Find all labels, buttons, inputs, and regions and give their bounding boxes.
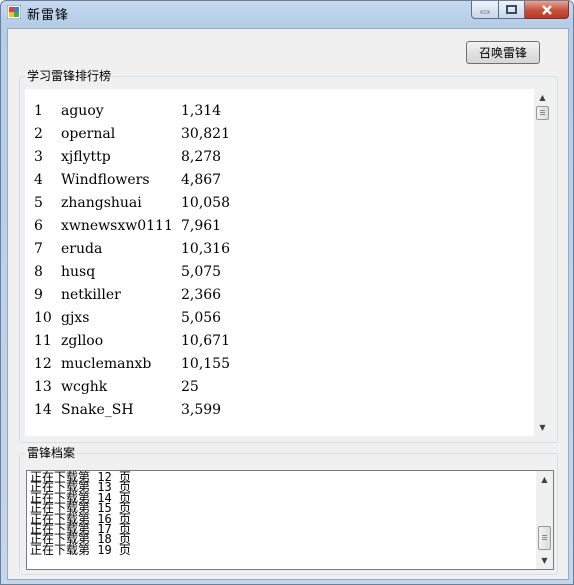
list-item[interactable]: 4 Windflowers 4,867 bbox=[25, 172, 525, 195]
archive-group: 雷锋档案 正在下载第 12 页正在下载第 13 页正在下载第 14 页正在下载第… bbox=[19, 446, 558, 575]
close-button[interactable] bbox=[525, 1, 569, 19]
rank-cell: 6 bbox=[34, 218, 43, 234]
score-cell: 10,155 bbox=[181, 356, 230, 372]
score-cell: 10,058 bbox=[181, 195, 230, 211]
summon-button[interactable]: 召唤雷锋 bbox=[466, 41, 540, 64]
score-cell: 30,821 bbox=[181, 126, 230, 142]
ranking-group-label: 学习雷锋排行榜 bbox=[25, 69, 114, 83]
rank-cell: 8 bbox=[34, 264, 43, 280]
rank-cell: 5 bbox=[34, 195, 43, 211]
client-area: 召唤雷锋 学习雷锋排行榜 1 aguoy 1,314 2 opernal 30,821 3 x… bbox=[7, 28, 569, 580]
log-line: 正在下载第 19 页 bbox=[30, 542, 131, 557]
archive-log[interactable]: 正在下载第 12 页正在下载第 13 页正在下载第 14 页正在下载第 15 页… bbox=[26, 470, 554, 570]
log-scroll-up-arrow-icon[interactable]: ▲ bbox=[536, 471, 553, 488]
list-item[interactable]: 8 husq 5,075 bbox=[25, 264, 525, 287]
name-cell: gjxs bbox=[61, 310, 90, 326]
log-scroll-down-arrow-icon[interactable]: ▼ bbox=[536, 552, 553, 569]
score-cell: 10,671 bbox=[181, 333, 230, 349]
rank-cell: 1 bbox=[34, 103, 43, 119]
rank-cell: 14 bbox=[34, 402, 52, 418]
score-cell: 25 bbox=[181, 379, 199, 395]
name-cell: opernal bbox=[61, 126, 116, 142]
name-cell: husq bbox=[61, 264, 96, 280]
list-item[interactable]: 14 Snake_SH 3,599 bbox=[25, 402, 525, 425]
minimize-button[interactable] bbox=[471, 1, 499, 19]
score-cell: 4,867 bbox=[181, 172, 222, 188]
list-item[interactable]: 9 netkiller 2,366 bbox=[25, 287, 525, 310]
maximize-icon bbox=[506, 4, 517, 14]
ranking-list[interactable]: 1 aguoy 1,314 2 opernal 30,821 3 xjflyttp 8,278 4… bbox=[25, 89, 551, 436]
name-cell: wcghk bbox=[61, 379, 108, 395]
list-item[interactable]: 7 eruda 10,316 bbox=[25, 241, 525, 264]
scroll-down-arrow-icon[interactable]: ▼ bbox=[534, 419, 551, 436]
rank-cell: 10 bbox=[34, 310, 52, 326]
scroll-up-arrow-icon[interactable]: ▲ bbox=[534, 89, 551, 106]
name-cell: Snake_SH bbox=[61, 402, 134, 418]
ranking-scroll-thumb[interactable] bbox=[536, 106, 549, 120]
score-cell: 2,366 bbox=[181, 287, 222, 303]
name-cell: eruda bbox=[61, 241, 103, 257]
archive-scroll-thumb[interactable] bbox=[538, 526, 551, 550]
score-cell: 10,316 bbox=[181, 241, 230, 257]
maximize-button[interactable] bbox=[499, 1, 525, 19]
rank-cell: 11 bbox=[34, 333, 52, 349]
list-item[interactable]: 2 opernal 30,821 bbox=[25, 126, 525, 149]
score-cell: 3,599 bbox=[181, 402, 222, 418]
rank-cell: 12 bbox=[34, 356, 52, 372]
list-item[interactable]: 3 xjflyttp 8,278 bbox=[25, 149, 525, 172]
list-item[interactable]: 12 muclemanxb 10,155 bbox=[25, 356, 525, 379]
name-cell: zhangshuai bbox=[61, 195, 142, 211]
title-bar[interactable]: 新雷锋 bbox=[1, 1, 573, 23]
archive-log-lines: 正在下载第 12 页正在下载第 13 页正在下载第 14 页正在下载第 15 页… bbox=[30, 471, 131, 557]
minimize-icon bbox=[480, 10, 490, 13]
window-frame: 新雷锋 召唤雷锋 学习雷锋排行榜 1 aguoy 1,314 2 opernal 30,8… bbox=[0, 0, 574, 585]
window-title: 新雷锋 bbox=[27, 8, 70, 23]
close-icon bbox=[541, 4, 552, 15]
rank-cell: 13 bbox=[34, 379, 52, 395]
name-cell: Windflowers bbox=[61, 172, 150, 188]
list-item[interactable]: 13 wcghk 25 bbox=[25, 379, 525, 402]
name-cell: zglloo bbox=[61, 333, 104, 349]
rank-cell: 2 bbox=[34, 126, 43, 142]
rank-cell: 9 bbox=[34, 287, 43, 303]
score-cell: 8,278 bbox=[181, 149, 222, 165]
list-item[interactable]: 11 zglloo 10,671 bbox=[25, 333, 525, 356]
list-item[interactable]: 1 aguoy 1,314 bbox=[25, 103, 525, 126]
name-cell: aguoy bbox=[61, 103, 104, 119]
name-cell: xwnewsxw0111 bbox=[61, 218, 173, 234]
score-cell: 7,961 bbox=[181, 218, 222, 234]
ranking-scrollbar[interactable]: ▲ ▼ bbox=[534, 89, 551, 436]
ranking-group: 学习雷锋排行榜 1 aguoy 1,314 2 opernal 30,821 3 xjflyt… bbox=[19, 69, 558, 443]
score-cell: 5,075 bbox=[181, 264, 222, 280]
name-cell: netkiller bbox=[61, 287, 121, 303]
archive-group-label: 雷锋档案 bbox=[25, 446, 78, 460]
list-item[interactable]: 10 gjxs 5,056 bbox=[25, 310, 525, 333]
list-item[interactable]: 6 xwnewsxw0111 7,961 bbox=[25, 218, 525, 241]
archive-scrollbar[interactable]: ▲ ▼ bbox=[536, 471, 553, 569]
ranking-rows: 1 aguoy 1,314 2 opernal 30,821 3 xjflyttp 8,278 4… bbox=[25, 103, 535, 436]
caption-buttons bbox=[471, 1, 569, 19]
score-cell: 1,314 bbox=[181, 103, 222, 119]
score-cell: 5,056 bbox=[181, 310, 222, 326]
name-cell: xjflyttp bbox=[61, 149, 111, 165]
name-cell: muclemanxb bbox=[61, 356, 152, 372]
rank-cell: 7 bbox=[34, 241, 43, 257]
rank-cell: 3 bbox=[34, 149, 43, 165]
list-item[interactable]: 5 zhangshuai 10,058 bbox=[25, 195, 525, 218]
app-icon bbox=[7, 5, 21, 19]
rank-cell: 4 bbox=[34, 172, 43, 188]
